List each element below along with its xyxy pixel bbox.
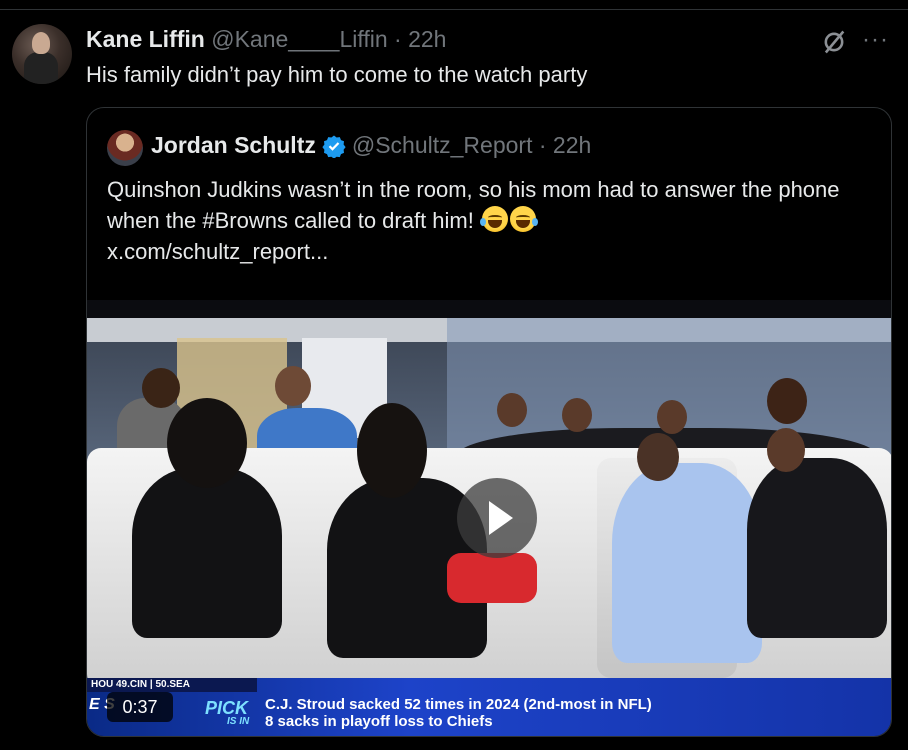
quoted-author-name[interactable]: Jordan Schultz	[151, 132, 316, 159]
more-options-icon[interactable]: ···	[862, 26, 889, 54]
verified-badge-icon	[322, 135, 346, 158]
score-strip: HOU 49.CIN | 50.SEA	[87, 678, 257, 692]
quoted-text: Quinshon Judkins wasn’t in the room, so …	[107, 177, 840, 233]
quoted-text-block: Quinshon Judkins wasn’t in the room, so …	[107, 174, 867, 267]
tweet-header: Kane Liffin @Kane____Liffin · 22h	[86, 26, 446, 53]
quoted-link[interactable]: x.com/schultz_report...	[107, 239, 328, 264]
quoted-avatar[interactable]	[107, 130, 143, 166]
ticker-line-2: 8 sacks in playoff loss to Chiefs	[265, 713, 493, 730]
ticker-line-1: C.J. Stroud sacked 52 times in 2024 (2nd…	[265, 696, 652, 713]
is-in-label: IS IN	[227, 716, 250, 727]
tweet-text: His family didn’t pay him to come to the…	[86, 62, 588, 87]
video-player[interactable]: HOU 49.CIN | 50.SEA E S PICK IS IN C.J. …	[87, 300, 891, 736]
quoted-author-handle[interactable]: @Schultz_Report	[352, 132, 533, 159]
play-button[interactable]	[457, 478, 537, 558]
laughing-tears-emoji-icon	[479, 206, 508, 232]
tv-news-ticker: HOU 49.CIN | 50.SEA E S PICK IS IN C.J. …	[87, 678, 891, 736]
author-handle[interactable]: @Kane____Liffin	[211, 26, 387, 52]
quoted-header: Jordan Schultz @Schultz_Report · 22h	[151, 132, 591, 159]
laughing-tears-emoji-icon	[509, 206, 538, 232]
quoted-tweet[interactable]: Jordan Schultz @Schultz_Report · 22h Qui…	[86, 107, 892, 737]
tweet[interactable]: Kane Liffin @Kane____Liffin · 22h ··· Hi…	[0, 10, 908, 750]
grok-icon[interactable]	[820, 28, 848, 56]
video-duration: 0:37	[107, 692, 173, 722]
tweet-time[interactable]: · 22h	[394, 26, 446, 52]
user-avatar[interactable]	[12, 24, 72, 84]
top-divider	[0, 0, 908, 10]
ticker-headline: C.J. Stroud sacked 52 times in 2024 (2nd…	[265, 696, 652, 730]
quoted-time[interactable]: · 22h	[539, 132, 591, 159]
author-name[interactable]: Kane Liffin	[86, 26, 205, 52]
